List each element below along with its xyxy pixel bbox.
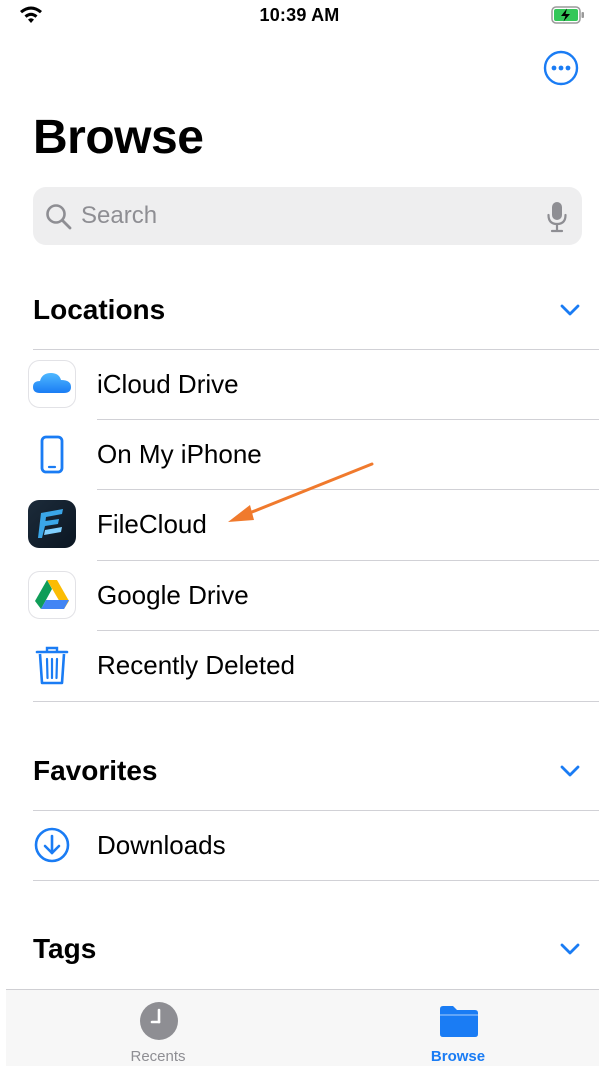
more-options-button[interactable] bbox=[543, 50, 579, 86]
google-drive-icon bbox=[28, 571, 76, 619]
icloud-icon bbox=[28, 360, 76, 408]
location-item-on-my-iphone[interactable]: On My iPhone bbox=[0, 419, 599, 489]
favorite-label: Downloads bbox=[97, 830, 226, 860]
download-circle-icon bbox=[34, 827, 70, 863]
tab-recents[interactable]: Recents bbox=[78, 990, 238, 1066]
location-item-filecloud[interactable]: FileCloud bbox=[0, 489, 599, 559]
clock-icon bbox=[140, 1002, 178, 1040]
location-label: Google Drive bbox=[97, 580, 249, 610]
section-divider bbox=[33, 880, 599, 881]
location-label: On My iPhone bbox=[97, 439, 262, 469]
location-label: FileCloud bbox=[97, 509, 207, 539]
filecloud-icon bbox=[28, 500, 76, 548]
section-divider bbox=[33, 701, 599, 702]
location-label: Recently Deleted bbox=[97, 650, 295, 680]
tab-label: Browse bbox=[430, 1048, 486, 1065]
location-item-google-drive[interactable]: Google Drive bbox=[0, 560, 599, 630]
search-placeholder: Search bbox=[81, 202, 158, 229]
section-title-tags: Tags bbox=[33, 933, 97, 964]
search-icon bbox=[46, 204, 72, 230]
favorite-item-downloads[interactable]: Downloads bbox=[0, 810, 599, 880]
chevron-down-icon[interactable] bbox=[559, 941, 581, 957]
tab-label: Recents bbox=[130, 1048, 186, 1065]
files-browse-screen: 10:39 AM Browse Search Locations iCloud … bbox=[0, 0, 599, 1066]
microphone-icon[interactable] bbox=[546, 201, 568, 233]
section-header-tags[interactable]: Tags bbox=[33, 929, 599, 969]
folder-icon bbox=[440, 1006, 478, 1037]
search-field[interactable]: Search bbox=[33, 187, 582, 245]
tab-browse[interactable]: Browse bbox=[378, 990, 538, 1066]
battery-charging-icon bbox=[551, 6, 584, 24]
iphone-icon bbox=[40, 435, 64, 474]
chevron-down-icon[interactable] bbox=[559, 763, 581, 779]
location-label: iCloud Drive bbox=[97, 369, 239, 399]
status-time: 10:39 AM bbox=[259, 5, 340, 25]
tab-bar: Recents Browse bbox=[6, 989, 599, 1066]
location-item-icloud-drive[interactable]: iCloud Drive bbox=[0, 349, 599, 419]
status-bar: 10:39 AM bbox=[0, 0, 599, 34]
section-title-locations: Locations bbox=[33, 294, 166, 325]
section-header-locations[interactable]: Locations bbox=[33, 290, 599, 330]
location-item-recently-deleted[interactable]: Recently Deleted bbox=[0, 630, 599, 700]
page-title: Browse bbox=[33, 111, 204, 164]
chevron-down-icon[interactable] bbox=[559, 302, 581, 318]
trash-icon bbox=[35, 646, 69, 685]
section-header-favorites[interactable]: Favorites bbox=[33, 751, 599, 791]
section-title-favorites: Favorites bbox=[33, 755, 158, 786]
